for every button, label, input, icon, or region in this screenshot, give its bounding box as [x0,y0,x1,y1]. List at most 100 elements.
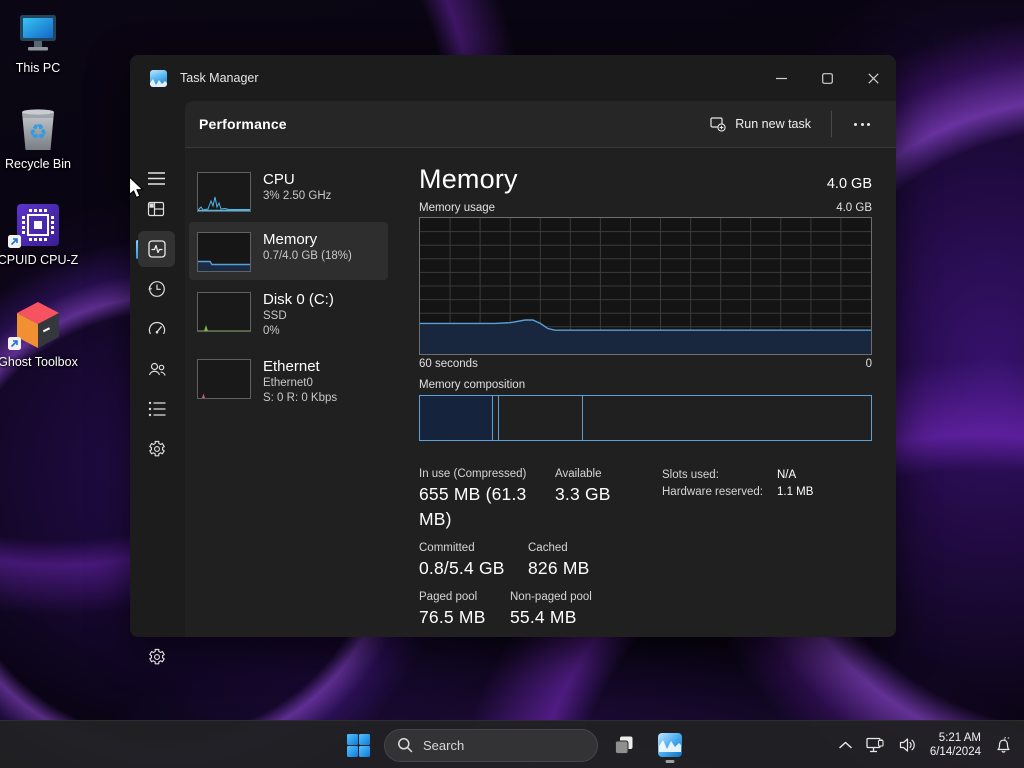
history-icon [147,279,167,299]
do-not-disturb-bell-icon: zz [994,736,1013,755]
tray-clock[interactable]: 5:21 AM 6/14/2024 [926,731,985,760]
task-view-icon [612,733,636,757]
memory-title: Memory [419,164,518,195]
shortcut-arrow-icon [8,337,21,350]
search-box[interactable]: Search [384,729,598,762]
header-separator [831,111,832,137]
run-new-task-button[interactable]: Run new task [700,110,821,138]
content-panel: Performance Run new task CPU 3% 2.50 GHz [185,101,896,637]
recycle-bin-icon: ♻ [0,104,80,152]
card-subtitle2: S: 0 R: 0 Kbps [263,391,337,406]
nav-rail [130,101,185,637]
memory-composition-bar[interactable] [419,395,872,441]
stat-value: 1.1 MB [777,484,813,501]
stat-value: 826 MB [528,556,590,581]
nav-services[interactable] [138,431,175,467]
card-subtitle: Ethernet0 [263,376,337,391]
composition-segment-free[interactable] [583,396,871,440]
desktop-icon-ghost-toolbox[interactable]: Ghost Toolbox [0,300,80,370]
memory-usage-chart[interactable] [419,217,872,355]
windows-logo-icon [346,733,371,758]
stat-label: Non-paged pool [510,590,592,605]
performance-icon [147,239,167,259]
stat-value: 0.8/5.4 GB [419,556,528,581]
card-subtitle: SSD [263,309,334,324]
stat-label: Hardware reserved: [662,484,777,501]
hamburger-icon [148,172,165,185]
gear-icon [147,647,167,667]
disk-mini-chart [197,292,251,332]
stat-label: Available [555,467,611,482]
memory-total: 4.0 GB [827,176,872,192]
nav-processes[interactable] [138,191,175,227]
card-title: CPU [263,170,331,189]
search-icon [397,737,413,753]
axis-right-label: 0 [866,358,872,370]
task-manager-window: Task Manager [130,55,896,637]
task-view-button[interactable] [604,725,644,765]
desktop-icon-cpuz[interactable]: CPUID CPU-Z [0,200,80,268]
performance-sidebar-list: CPU 3% 2.50 GHz Memory 0.7/4.0 GB (18%) [187,162,390,416]
nav-startup-apps[interactable] [138,311,175,347]
desktop-icon-this-pc[interactable]: This PC [0,8,80,76]
nav-users[interactable] [138,351,175,387]
svg-text:z: z [1008,736,1010,740]
chevron-up-icon [839,741,852,749]
close-button[interactable] [850,55,896,101]
title-bar[interactable]: Task Manager [130,55,896,101]
ethernet-mini-chart [197,359,251,399]
more-options-button[interactable] [842,123,882,126]
card-title: Ethernet [263,357,337,376]
task-manager-app-icon [150,70,167,87]
perf-card-memory[interactable]: Memory 0.7/4.0 GB (18%) [189,222,388,280]
panel-header: Performance Run new task [185,101,896,148]
cpuz-icon [0,200,80,248]
memory-stats: In use (Compressed) 655 MB (61.3 MB) Ava… [419,467,872,630]
perf-card-cpu[interactable]: CPU 3% 2.50 GHz [189,162,388,220]
card-subtitle: 3% 2.50 GHz [263,189,331,204]
nav-app-history[interactable] [138,271,175,307]
memory-mini-chart [197,232,251,272]
run-new-task-label: Run new task [735,117,811,131]
stat-value: 76.5 MB [419,605,510,630]
maximize-button[interactable] [804,55,850,101]
desktop-icon-label: Ghost Toolbox [0,354,80,370]
notification-bell-button[interactable]: zz [989,725,1018,765]
processes-icon [147,200,166,219]
svg-text:♻: ♻ [29,120,48,144]
desktop-icon-label: CPUID CPU-Z [0,252,80,268]
stat-value: 655 MB (61.3 MB) [419,482,555,532]
running-app-indicator [666,760,675,763]
composition-segment-in-use[interactable] [420,396,493,440]
tray-chevron-button[interactable] [834,725,857,765]
shortcut-arrow-icon [8,235,21,248]
volume-tray-button[interactable] [894,725,922,765]
clock-time: 5:21 AM [930,731,981,746]
nav-details[interactable] [138,391,175,427]
startup-icon [147,319,167,339]
desktop-icon-label: Recycle Bin [0,156,80,172]
memory-detail-panel: Memory 4.0 GB Memory usage 4.0 GB 60 sec… [419,148,872,637]
svg-text:z: z [1004,736,1007,742]
memory-usage-max: 4.0 GB [836,202,872,214]
nav-settings[interactable] [138,639,175,675]
perf-card-disk[interactable]: Disk 0 (C:) SSD 0% [189,282,388,347]
card-subtitle: 0.7/4.0 GB (18%) [263,249,352,264]
window-title: Task Manager [180,71,259,85]
task-manager-taskbar-icon [657,732,683,758]
stat-value: N/A [777,467,796,484]
nav-performance[interactable] [138,231,175,267]
perf-card-ethernet[interactable]: Ethernet Ethernet0 S: 0 R: 0 Kbps [189,349,388,414]
details-icon [147,400,167,418]
start-button[interactable] [338,725,378,765]
taskbar-task-manager-button[interactable] [650,725,690,765]
taskbar: Search 5:21 AM 6/14/2024 zz [0,720,1024,768]
composition-segment-standby[interactable] [499,396,583,440]
desktop-icon-recycle-bin[interactable]: ♻ Recycle Bin [0,104,80,172]
minimize-button[interactable] [758,55,804,101]
axis-left-label: 60 seconds [419,358,478,370]
desktop-icon-label: This PC [0,60,80,76]
new-task-icon [710,116,726,132]
network-tray-button[interactable] [861,725,890,765]
memory-composition-label: Memory composition [419,379,872,391]
